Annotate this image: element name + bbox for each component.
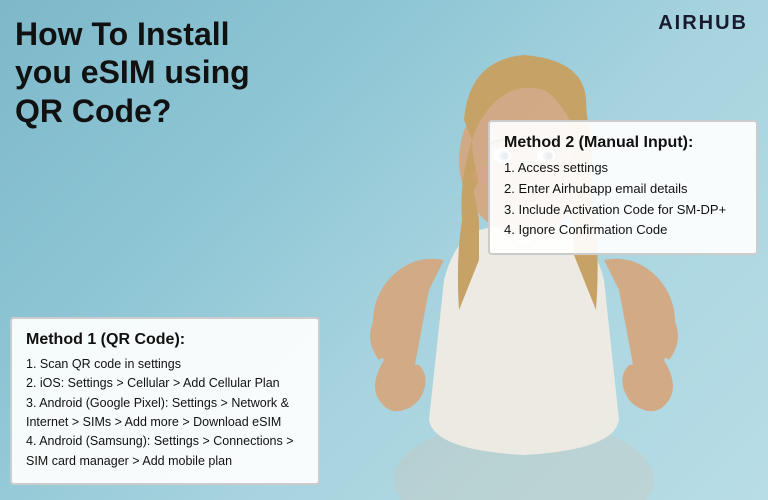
method2-step3: 3. Include Activation Code for SM-DP+ [504, 200, 742, 221]
method1-content: 1. Scan QR code in settings 2. iOS: Sett… [26, 355, 304, 471]
method2-step4: 4. Ignore Confirmation Code [504, 220, 742, 241]
method1-title: Method 1 (QR Code): [26, 331, 304, 349]
main-title: How To Install you eSIM using QR Code? [15, 15, 250, 130]
method1-box: Method 1 (QR Code): 1. Scan QR code in s… [10, 317, 320, 485]
method1-step3: 3. Android (Google Pixel): Settings > Ne… [26, 394, 304, 433]
brand-logo: AIRHUB [658, 12, 748, 35]
method1-step4: 4. Android (Samsung): Settings > Connect… [26, 432, 304, 471]
method2-step1: 1. Access settings [504, 158, 742, 179]
method1-step1: 1. Scan QR code in settings [26, 355, 304, 374]
method2-title: Method 2 (Manual Input): [504, 134, 742, 152]
method2-box: Method 2 (Manual Input): 1. Access setti… [488, 120, 758, 255]
method2-content: 1. Access settings 2. Enter Airhubapp em… [504, 158, 742, 241]
method1-step2: 2. iOS: Settings > Cellular > Add Cellul… [26, 374, 304, 393]
method2-step2: 2. Enter Airhubapp email details [504, 179, 742, 200]
title-text: How To Install you eSIM using QR Code? [15, 15, 250, 130]
